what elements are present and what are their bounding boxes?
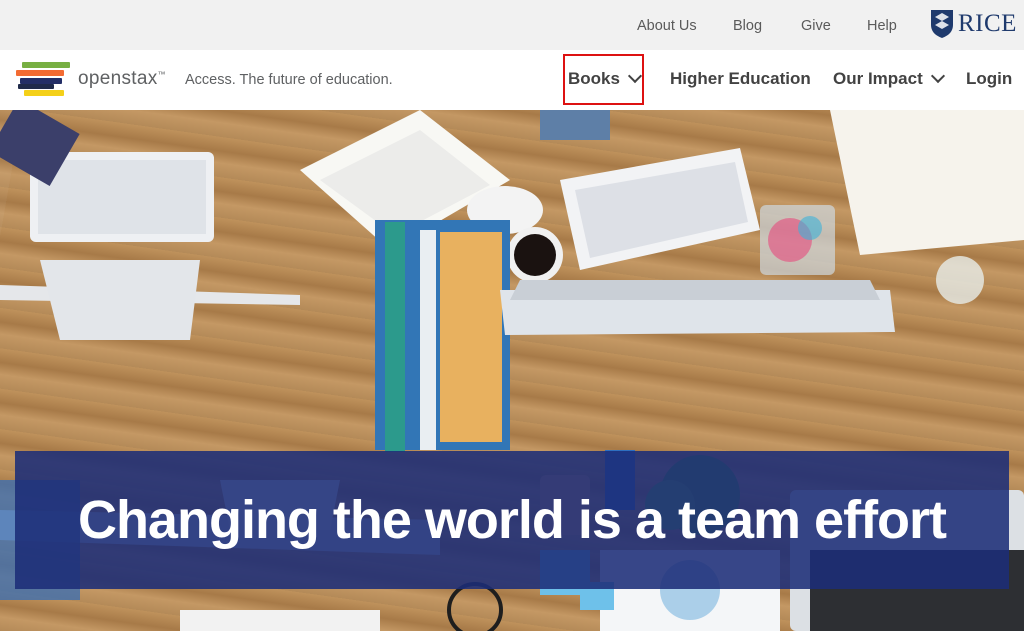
nav-higher-education[interactable]: Higher Education bbox=[670, 69, 811, 89]
give-link[interactable]: Give bbox=[801, 18, 831, 34]
rice-logo[interactable]: RICE bbox=[930, 8, 1017, 40]
nav-login-label: Login bbox=[966, 69, 1013, 88]
openstax-wordmark[interactable]: openstax™ bbox=[78, 68, 166, 90]
nav-login[interactable]: Login bbox=[966, 69, 1012, 89]
about-us-link[interactable]: About Us bbox=[637, 18, 697, 34]
rice-wordmark: RICE bbox=[958, 10, 1017, 37]
nav-our-impact-label: Our Impact bbox=[833, 69, 923, 88]
rice-shield-icon bbox=[931, 10, 953, 38]
trademark-symbol: ™ bbox=[157, 70, 166, 79]
nav-higher-education-label: Higher Education bbox=[670, 69, 811, 88]
blog-link[interactable]: Blog bbox=[733, 18, 762, 34]
brand-name: openstax bbox=[78, 68, 158, 89]
nav-our-impact[interactable]: Our Impact bbox=[833, 68, 945, 89]
openstax-logo-icon[interactable] bbox=[14, 60, 72, 98]
main-nav: openstax™ Access. The future of educatio… bbox=[0, 50, 1024, 110]
tagline: Access. The future of education. bbox=[185, 72, 393, 88]
hero-headline: Changing the world is a team effort bbox=[77, 490, 947, 550]
help-link[interactable]: Help bbox=[867, 18, 897, 34]
books-highlight-box bbox=[563, 54, 644, 105]
hero-banner: Changing the world is a team effort bbox=[15, 451, 1009, 589]
hero-section: Changing the world is a team effort bbox=[0, 110, 1024, 631]
utility-bar: About Us Blog Give Help RICE bbox=[0, 0, 1024, 50]
chevron-down-icon bbox=[930, 68, 945, 84]
